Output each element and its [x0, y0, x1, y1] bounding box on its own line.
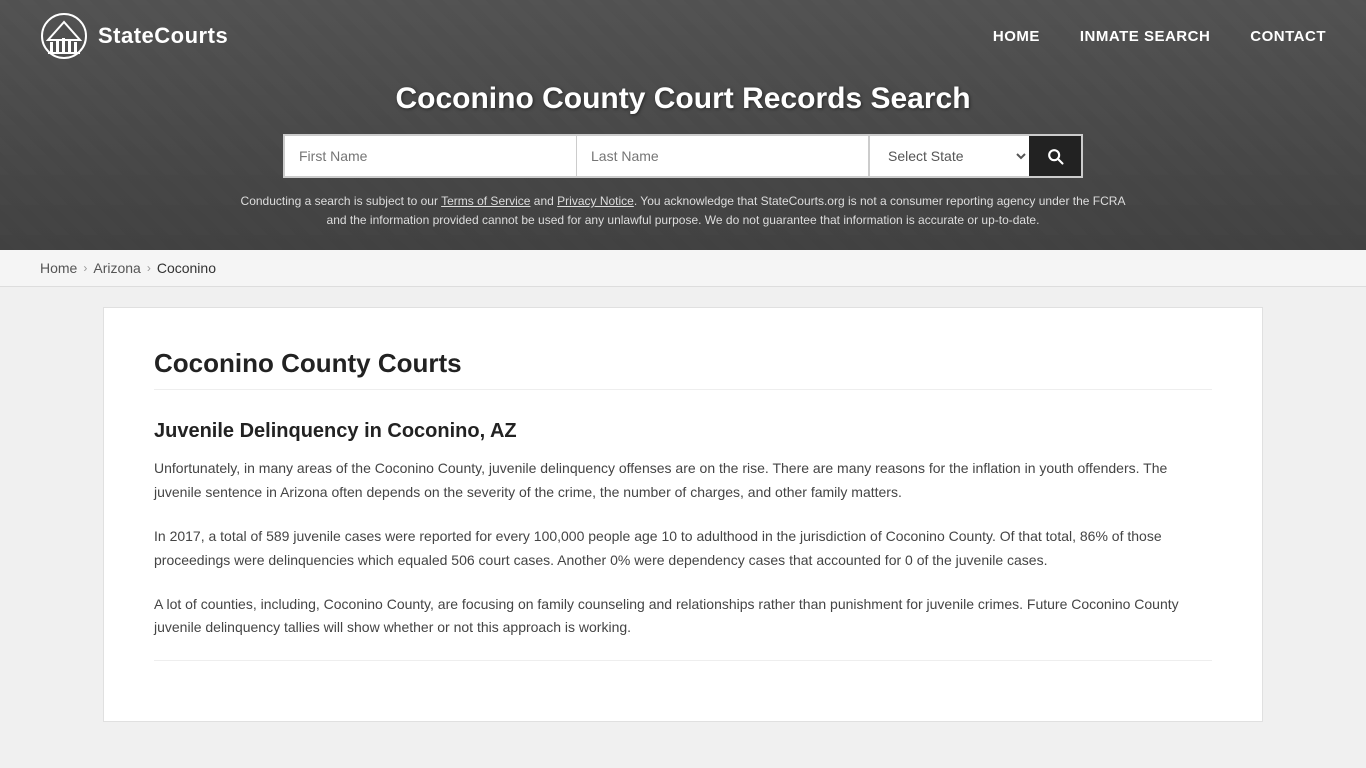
section1-paragraph3: A lot of counties, including, Coconino C… — [154, 593, 1212, 641]
nav-contact[interactable]: CONTACT — [1250, 28, 1326, 45]
breadcrumb-sep-2: › — [147, 261, 151, 275]
last-name-input[interactable] — [577, 136, 869, 176]
logo-text: StateCourts — [98, 23, 228, 49]
section-divider — [154, 660, 1212, 661]
breadcrumb-home[interactable]: Home — [40, 260, 77, 276]
state-select[interactable]: Select State Alabama Alaska Arizona Arka… — [869, 136, 1029, 176]
breadcrumb: Home › Arizona › Coconino — [0, 250, 1366, 287]
nav-inmate-search[interactable]: INMATE SEARCH — [1080, 28, 1210, 45]
page-title: Coconino County Courts — [154, 348, 1212, 390]
nav-links: HOME INMATE SEARCH CONTACT — [993, 28, 1326, 45]
breadcrumb-state[interactable]: Arizona — [93, 260, 140, 276]
section1-paragraph1: Unfortunately, in many areas of the Coco… — [154, 457, 1212, 505]
search-bar: Select State Alabama Alaska Arizona Arka… — [283, 134, 1083, 178]
breadcrumb-county: Coconino — [157, 260, 216, 276]
section1-heading: Juvenile Delinquency in Coconino, AZ — [154, 420, 1212, 443]
terms-link[interactable]: Terms of Service — [441, 194, 530, 208]
header-content: StateCourts HOME INMATE SEARCH CONTACT C… — [0, 0, 1366, 250]
header: StateCourts HOME INMATE SEARCH CONTACT C… — [0, 0, 1366, 250]
search-title: Coconino County Court Records Search — [20, 82, 1346, 116]
search-icon — [1045, 146, 1065, 166]
navigation: StateCourts HOME INMATE SEARCH CONTACT — [0, 0, 1366, 72]
privacy-link[interactable]: Privacy Notice — [557, 194, 634, 208]
main-content-area: Coconino County Courts Juvenile Delinque… — [0, 307, 1366, 722]
first-name-input[interactable] — [285, 136, 577, 176]
content-card: Coconino County Courts Juvenile Delinque… — [103, 307, 1263, 722]
search-section: Coconino County Court Records Search Sel… — [0, 72, 1366, 250]
section1-paragraph2: In 2017, a total of 589 juvenile cases w… — [154, 525, 1212, 573]
breadcrumb-sep-1: › — [83, 261, 87, 275]
logo-link[interactable]: StateCourts — [40, 12, 228, 60]
disclaimer-text: Conducting a search is subject to our Te… — [233, 192, 1133, 230]
search-button[interactable] — [1029, 136, 1081, 176]
logo-icon — [40, 12, 88, 60]
nav-home[interactable]: HOME — [993, 28, 1040, 45]
